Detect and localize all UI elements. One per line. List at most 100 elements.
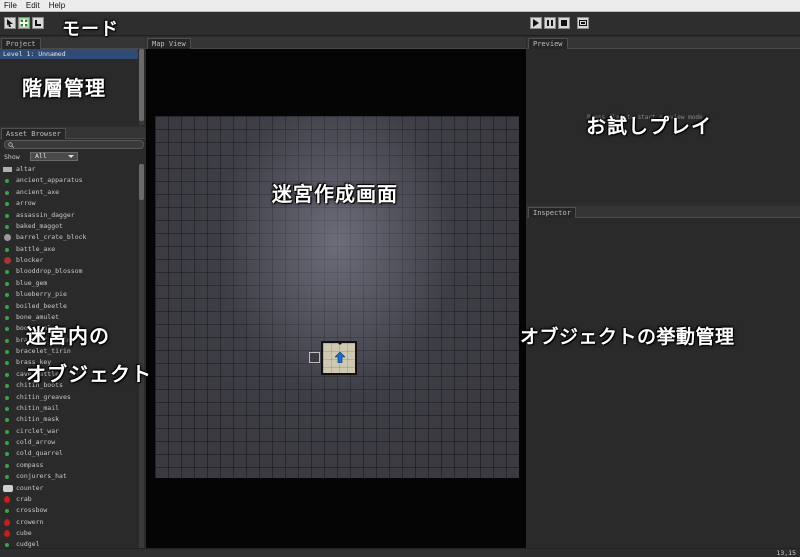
- tab-preview[interactable]: Preview: [528, 38, 568, 49]
- asset-item-label: chitin_mail: [16, 403, 60, 412]
- item-dot-icon: [5, 372, 9, 377]
- item-dot-icon: [5, 213, 9, 218]
- asset-item[interactable]: cold_arrow: [0, 437, 138, 448]
- tab-map-view[interactable]: Map View: [147, 38, 191, 49]
- item-dot-icon: [5, 429, 9, 434]
- asset-browser-tabstrip: Asset Browser: [0, 127, 145, 139]
- asset-item-label: assassin_dagger: [16, 210, 75, 219]
- annotation-trial-play: お試しプレイ: [586, 114, 712, 138]
- asset-item[interactable]: chitin_greaves: [0, 392, 138, 403]
- paint-mode-button[interactable]: [18, 17, 30, 29]
- item-dot-icon: [5, 406, 9, 411]
- asset-item[interactable]: crowern: [0, 517, 138, 528]
- asset-item-label: barrel_crate_block: [16, 233, 87, 242]
- asset-item-label: compass: [16, 460, 44, 469]
- asset-item[interactable]: cold_quarrel: [0, 448, 138, 459]
- item-dot-icon: [5, 384, 9, 389]
- asset-item[interactable]: baked_maggot: [0, 221, 138, 232]
- asset-item[interactable]: boiled_beetle: [0, 301, 138, 312]
- item-dot-icon: [5, 350, 9, 354]
- menu-help[interactable]: Help: [49, 0, 65, 12]
- asset-item[interactable]: crab: [0, 494, 138, 505]
- asset-item[interactable]: blooddrop_blossom: [0, 266, 138, 277]
- asset-item[interactable]: arrow: [0, 198, 138, 209]
- menu-edit[interactable]: Edit: [26, 0, 40, 12]
- tile-door-notch: [336, 341, 344, 345]
- asset-item-label: boiled_beetle: [16, 301, 67, 310]
- map-canvas[interactable]: [147, 49, 525, 548]
- asset-scroll-thumb[interactable]: [139, 164, 144, 200]
- item-dot-icon: [5, 475, 9, 480]
- stop-button[interactable]: [558, 17, 570, 29]
- annotation-mode: モード: [62, 19, 119, 40]
- item-dot-icon: [5, 270, 9, 275]
- item-dot-icon: [5, 293, 9, 298]
- select-mode-button[interactable]: [4, 17, 16, 29]
- asset-search-input[interactable]: [4, 140, 144, 149]
- starting-tile[interactable]: [321, 341, 357, 375]
- project-level-row[interactable]: Level 1: Unnamed: [0, 49, 138, 59]
- asset-item[interactable]: crossbow: [0, 505, 138, 516]
- asset-item[interactable]: cudgel: [0, 539, 138, 548]
- item-dot-icon: [5, 509, 9, 514]
- asset-item[interactable]: barrel_crate_block: [0, 232, 138, 243]
- annotation-maze-objects-1: 迷宮内の: [26, 324, 110, 348]
- project-scrollbar[interactable]: [139, 49, 144, 125]
- asset-item[interactable]: chitin_mask: [0, 414, 138, 425]
- item-dot-icon: [5, 202, 9, 207]
- item-dot-icon: [5, 247, 9, 252]
- map-object-marker[interactable]: [309, 352, 320, 363]
- pause-button[interactable]: [544, 17, 556, 29]
- asset-item[interactable]: cube: [0, 528, 138, 539]
- show-filter-select[interactable]: All: [30, 152, 78, 161]
- dungeon-grid[interactable]: [155, 116, 519, 478]
- asset-item-label: crowern: [16, 517, 44, 526]
- paint-tile-icon: [20, 19, 28, 27]
- asset-item[interactable]: battle_axe: [0, 244, 138, 255]
- item-dot-icon: [5, 395, 9, 400]
- asset-item-label: cube: [16, 529, 32, 537]
- asset-item-label: baked_maggot: [16, 221, 63, 230]
- item-dot-icon: [5, 452, 9, 457]
- item-dot-icon: [5, 418, 9, 423]
- fullscreen-preview-button[interactable]: [577, 17, 589, 29]
- asset-item[interactable]: blue_gem: [0, 278, 138, 289]
- asset-item[interactable]: blocker: [0, 255, 138, 266]
- asset-item[interactable]: ancient_apparatus: [0, 175, 138, 186]
- blood-drop-icon: [4, 518, 10, 526]
- object-mode-button[interactable]: [32, 17, 44, 29]
- asset-item[interactable]: counter: [0, 483, 138, 494]
- pause-icon: [547, 20, 553, 26]
- inspector-panel: Inspector: [527, 206, 800, 548]
- chevron-down-icon: [68, 155, 74, 158]
- asset-item-label: chitin_mask: [16, 415, 60, 424]
- counter-icon: [3, 484, 13, 492]
- asset-item-label: circlet_war: [16, 426, 60, 435]
- asset-item[interactable]: altar: [0, 164, 138, 175]
- play-button[interactable]: [530, 17, 542, 29]
- asset-item[interactable]: compass: [0, 460, 138, 471]
- asset-item[interactable]: assassin_dagger: [0, 210, 138, 221]
- blocker-icon: [4, 257, 11, 264]
- menu-file[interactable]: File: [4, 0, 17, 12]
- asset-item-label: cold_quarrel: [16, 449, 63, 458]
- tab-inspector[interactable]: Inspector: [528, 207, 576, 218]
- item-dot-icon: [5, 543, 9, 548]
- object-place-icon: [35, 20, 41, 26]
- project-scroll-thumb[interactable]: [139, 49, 144, 121]
- asset-item[interactable]: conjurers_hat: [0, 471, 138, 482]
- party-arrow-icon: [335, 352, 345, 363]
- asset-item-label: blue_gem: [16, 278, 48, 287]
- map-view-tabstrip: Map View: [146, 37, 526, 49]
- asset-item[interactable]: chitin_mail: [0, 403, 138, 414]
- blood-drop-icon: [4, 530, 10, 537]
- inspector-tabstrip: Inspector: [527, 206, 800, 218]
- item-dot-icon: [5, 224, 9, 229]
- asset-item[interactable]: blueberry_pie: [0, 289, 138, 300]
- asset-item[interactable]: circlet_war: [0, 426, 138, 437]
- asset-scrollbar[interactable]: [139, 164, 144, 548]
- asset-item[interactable]: ancient_axe: [0, 187, 138, 198]
- tab-project[interactable]: Project: [1, 38, 41, 49]
- asset-item-label: cold_arrow: [16, 438, 56, 446]
- tab-asset-browser[interactable]: Asset Browser: [1, 128, 66, 139]
